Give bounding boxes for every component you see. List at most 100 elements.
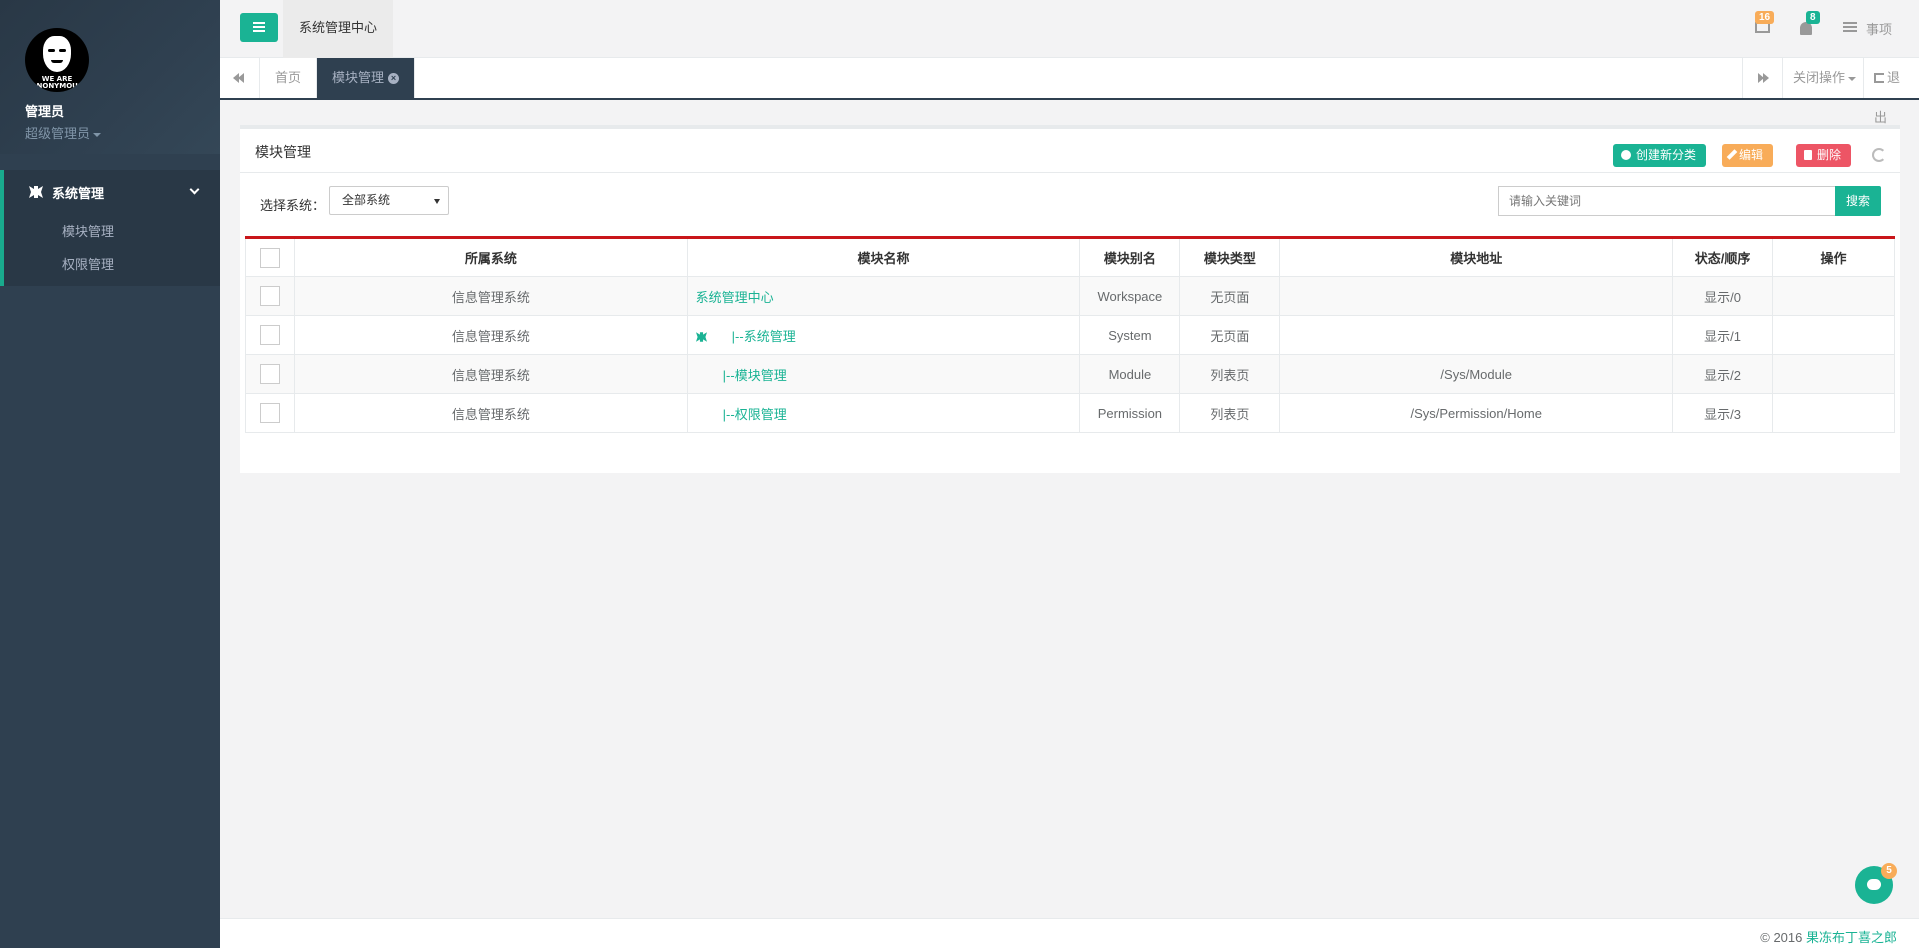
table-header-row: 所属系统 模块名称 模块别名 模块类型 模块地址 状态/顺序 操作 [245, 237, 1895, 277]
col-url[interactable]: 模块地址 [1279, 237, 1674, 277]
module-table: 所属系统 模块名称 模块别名 模块类型 模块地址 状态/顺序 操作 信息管理系统… [245, 236, 1895, 433]
cell-url: /Sys/Permission/Home [1279, 393, 1674, 433]
user-role-dropdown[interactable]: 超级管理员 [25, 123, 220, 142]
content-panel: 模块管理 创建新分类 编辑 删除 选择系统： 全部系统 搜索 所属系统 模块名称… [240, 125, 1900, 473]
cell-alias: Module [1079, 354, 1181, 394]
user-name: 管理员 [25, 104, 65, 119]
chat-icon [1867, 879, 1881, 890]
tab-scroll-left-button[interactable] [220, 58, 260, 98]
cell-status: 显示/2 [1672, 354, 1774, 394]
select-all-cell [245, 237, 295, 277]
delete-label: 删除 [1817, 148, 1842, 162]
cell-name-link[interactable]: |--模块管理 [723, 368, 787, 383]
footer-brand-link[interactable]: 果冻布丁喜之郎 [1806, 930, 1897, 945]
refresh-icon[interactable] [1872, 148, 1886, 162]
sidebar-group-label: 系统管理 [52, 185, 105, 201]
row-checkbox[interactable] [259, 403, 280, 423]
col-ops: 操作 [1772, 237, 1895, 277]
trash-icon [1804, 150, 1812, 160]
cell-ops [1772, 393, 1895, 433]
cell-name-link[interactable]: 系统管理中心 [696, 290, 774, 305]
row-checkbox[interactable] [259, 286, 280, 306]
profile-panel: WE ARE ANONYMOUS 管理员 超级管理员 [0, 0, 220, 154]
sidebar: WE ARE ANONYMOUS 管理员 超级管理员 系统管理 模块管理 权限管… [0, 0, 220, 948]
divider [240, 172, 1900, 173]
create-category-button[interactable]: 创建新分类 [1613, 144, 1707, 167]
logout-button[interactable]: 退出 [1863, 58, 1919, 125]
row-checkbox[interactable] [259, 364, 280, 384]
cell-url [1279, 276, 1674, 316]
cell-system: 信息管理系统 [293, 354, 688, 394]
breadcrumb: 系统管理中心 [283, 0, 394, 58]
list-icon[interactable] [1843, 22, 1857, 34]
cell-name-link[interactable]: |--系统管理 [732, 329, 796, 344]
avatar-text: WE ARE ANONYMOUS [31, 75, 83, 90]
close-circle-icon[interactable]: × [388, 73, 400, 85]
create-label: 创建新分类 [1636, 148, 1697, 162]
select-all-checkbox[interactable] [259, 247, 280, 268]
cell-alias: Permission [1079, 393, 1181, 433]
cell-type: 列表页 [1179, 393, 1281, 433]
cell-name-link[interactable]: |--权限管理 [723, 407, 787, 422]
tab-label: 模块管理 [332, 70, 385, 85]
system-select[interactable]: 全部系统 [329, 186, 449, 215]
tree-icon [695, 332, 707, 342]
cell-url [1279, 315, 1674, 355]
tab-home[interactable]: 首页 [260, 58, 318, 98]
avatar[interactable]: WE ARE ANONYMOUS [25, 28, 89, 92]
chat-button[interactable]: 5 [1855, 863, 1897, 904]
col-type[interactable]: 模块类型 [1179, 237, 1281, 277]
table-row[interactable]: 信息管理系统 系统管理中心 Workspace 无页面 显示/0 [245, 276, 1895, 316]
close-ops-dropdown[interactable]: 关闭操作 [1782, 58, 1866, 98]
cell-status: 显示/0 [1672, 276, 1774, 316]
copyright: © 2016 [1760, 930, 1806, 945]
cell-ops [1772, 276, 1895, 316]
chevron-down-icon [189, 184, 200, 195]
col-alias[interactable]: 模块别名 [1079, 237, 1181, 277]
sidebar-item-permission[interactable]: 权限管理 [4, 247, 220, 280]
close-ops-label: 关闭操作 [1793, 70, 1846, 85]
table-row[interactable]: 信息管理系统 |--权限管理 Permission 列表页 /Sys/Permi… [245, 393, 1895, 433]
cell-system: 信息管理系统 [293, 315, 688, 355]
cell-alias: System [1079, 315, 1181, 355]
panel-title: 模块管理 [255, 144, 311, 160]
cell-type: 无页面 [1179, 315, 1281, 355]
topbar: 系统管理中心 16 8 事项 [220, 0, 1919, 58]
mail-count-badge: 16 [1755, 11, 1775, 24]
filter-label: 选择系统： [260, 198, 326, 213]
sidebar-item-module[interactable]: 模块管理 [4, 214, 220, 247]
edit-label: 编辑 [1739, 148, 1764, 162]
sidebar-group-header[interactable]: 系统管理 [4, 170, 220, 214]
tab-bar: 首页 模块管理 × 关闭操作 退出 [220, 58, 1919, 125]
pencil-icon [1726, 149, 1738, 160]
cell-ops [1772, 354, 1895, 394]
tab-scroll-right-button[interactable] [1742, 58, 1782, 98]
search-input[interactable] [1498, 186, 1835, 216]
alert-count-badge: 8 [1806, 11, 1820, 24]
row-checkbox[interactable] [259, 325, 280, 345]
cell-type: 列表页 [1179, 354, 1281, 394]
user-role-label: 超级管理员 [25, 126, 91, 141]
edit-button[interactable]: 编辑 [1722, 144, 1774, 167]
tree-icon [29, 186, 43, 198]
todo-label[interactable]: 事项 [1866, 19, 1892, 38]
table-row[interactable]: 信息管理系统 |--模块管理 Module 列表页 /Sys/Module 显示… [245, 354, 1895, 394]
system-select-value: 全部系统 [342, 193, 391, 207]
menu-toggle-button[interactable] [240, 13, 278, 42]
cell-ops [1772, 315, 1895, 355]
caret-down-icon [93, 132, 102, 137]
col-system[interactable]: 所属系统 [293, 237, 688, 277]
search-button[interactable]: 搜索 [1835, 186, 1881, 216]
caret-down-icon [1848, 76, 1857, 81]
footer-text: © 2016 果冻布丁喜之郎 [1760, 927, 1897, 946]
col-name[interactable]: 模块名称 [686, 237, 1081, 277]
tab-module-management[interactable]: 模块管理 × [317, 58, 416, 98]
table-row[interactable]: 信息管理系统 |--系统管理 System 无页面 显示/1 [245, 315, 1895, 355]
cell-alias: Workspace [1079, 276, 1181, 316]
mask-icon [43, 36, 71, 72]
cell-type: 无页面 [1179, 276, 1281, 316]
delete-button[interactable]: 删除 [1796, 144, 1852, 167]
col-status[interactable]: 状态/顺序 [1672, 237, 1774, 277]
caret-down-icon [434, 199, 440, 204]
signout-icon [1874, 73, 1884, 83]
